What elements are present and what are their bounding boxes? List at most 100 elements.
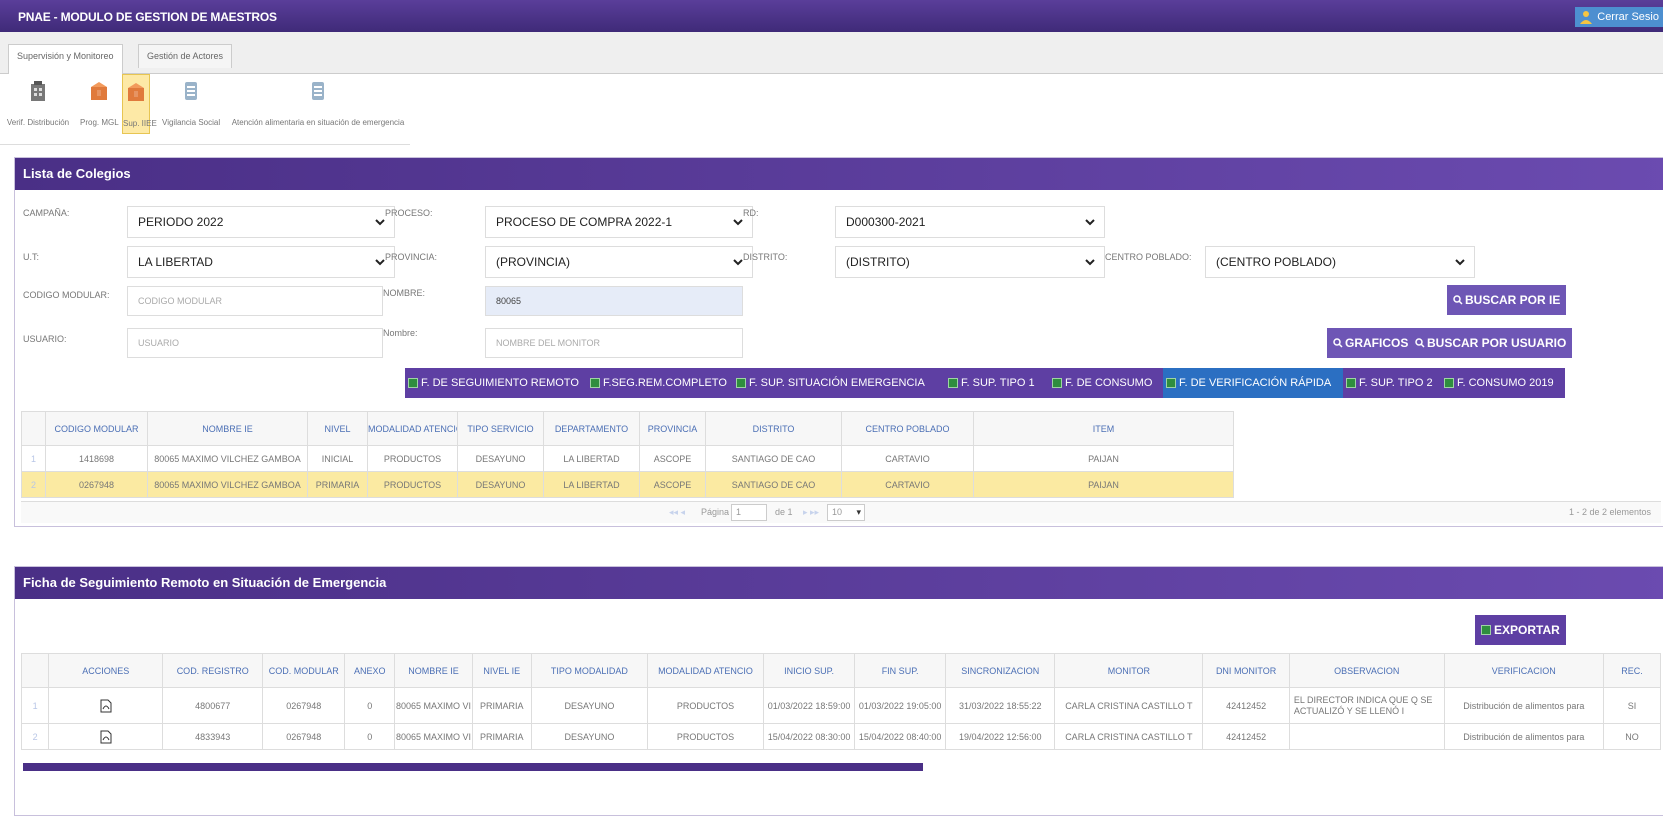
column-header[interactable]: DISTRITO xyxy=(705,411,842,446)
rd-label: RD: xyxy=(743,208,759,218)
usuario-input[interactable]: USUARIO xyxy=(127,328,383,358)
table-cell: PRODUCTOS xyxy=(367,471,458,498)
table-row[interactable]: 2 4833943 0267948 0 80065 MAXIMO VI PRIM… xyxy=(20,723,1662,750)
app-title: PNAE - MODULO DE GESTION DE MAESTROS xyxy=(18,10,277,24)
column-header[interactable]: VERIFICACION xyxy=(1443,653,1604,688)
column-header[interactable]: NOMBRE IE xyxy=(394,653,473,688)
pdf-icon[interactable] xyxy=(100,730,112,744)
distrito-select[interactable]: (DISTRITO) xyxy=(835,246,1105,278)
nombre-label: NOMBRE: xyxy=(383,288,426,298)
column-header[interactable]: DEPARTAMENTO xyxy=(543,411,640,446)
pager-prev-icons[interactable]: ◂◂ ◂ xyxy=(669,507,685,518)
tool-verif-distribucion[interactable]: Verif. Distribución xyxy=(4,74,72,134)
logout-button[interactable]: Cerrar Sesio xyxy=(1575,7,1663,27)
table-cell: 0 xyxy=(344,687,396,724)
tab-gestion-actores[interactable]: Gestión de Actores xyxy=(138,44,233,68)
table-cell: ASCOPE xyxy=(639,471,706,498)
ut-value: LA LIBERTAD xyxy=(138,255,213,269)
form-seg-rem-completo-button[interactable]: F.SEG.REM.COMPLETO xyxy=(587,368,733,398)
graficos-button[interactable]: GRAFICOS xyxy=(1327,328,1415,358)
column-header[interactable]: REC. xyxy=(1602,653,1662,688)
ut-select[interactable]: LA LIBERTAD xyxy=(127,246,395,278)
tool-vigilancia-social[interactable]: Vigilancia Social xyxy=(162,74,220,134)
tab-label: Gestión de Actores xyxy=(147,51,224,61)
pager-summary: 1 - 2 de 2 elementos xyxy=(1568,507,1651,517)
column-header[interactable]: NIVEL xyxy=(307,411,368,446)
search-icon xyxy=(1415,338,1425,348)
pager-next-icons[interactable]: ▸ ▸▸ xyxy=(803,507,819,518)
column-header[interactable]: INICIO SUP. xyxy=(763,653,856,688)
excel-icon xyxy=(1346,378,1356,388)
column-header[interactable]: ACCIONES xyxy=(48,653,164,688)
buscar-ie-button[interactable]: BUSCAR POR IE xyxy=(1447,285,1567,315)
tool-sup-iiee[interactable]: Sup. IIEE xyxy=(122,74,157,134)
column-header[interactable]: MODALIDAD ATENCIO xyxy=(367,411,458,446)
form-seguimiento-remoto-button[interactable]: F. DE SEGUIMIENTO REMOTO xyxy=(405,368,587,398)
tool-atencion-emergencia[interactable]: Atención alimentaria en situación de eme… xyxy=(228,74,408,134)
table-cell: 4833943 xyxy=(162,723,264,750)
provincia-select[interactable]: (PROVINCIA) xyxy=(485,246,753,278)
table-pager: ◂◂ ◂ Página 1 de 1 ▸ ▸▸ 10 ▾ 1 - 2 de 2 e… xyxy=(21,501,1661,523)
pager-size-select[interactable]: 10 ▾ xyxy=(827,504,865,521)
proceso-value: PROCESO DE COMPRA 2022-1 xyxy=(496,215,673,229)
column-header[interactable]: CODIGO MODULAR xyxy=(45,411,148,446)
table-cell: CARTAVIO xyxy=(841,445,974,472)
table-cell: 1418698 xyxy=(45,445,148,472)
column-header[interactable]: NIVEL IE xyxy=(471,653,532,688)
table-cell: NO xyxy=(1602,723,1662,750)
column-header[interactable]: OBSERVACION xyxy=(1288,653,1445,688)
pdf-icon[interactable] xyxy=(100,699,112,713)
form-sup-tipo2-button[interactable]: F. SUP. TIPO 2 xyxy=(1343,368,1441,398)
horizontal-scrollbar[interactable] xyxy=(23,763,923,771)
table-row[interactable]: 1 1418698 80065 MAXIMO VILCHEZ GAMBOA IN… xyxy=(21,445,1234,472)
column-header[interactable]: DNI MONITOR xyxy=(1202,653,1290,688)
nombre-monitor-input[interactable]: NOMBRE DEL MONITOR xyxy=(485,328,743,358)
module-tabs: Supervisión y Monitoreo Gestión de Actor… xyxy=(0,32,1663,75)
tool-prog-mgl[interactable]: Prog. MGL xyxy=(80,74,119,134)
exportar-button[interactable]: EXPORTAR xyxy=(1475,615,1566,645)
table-cell: 15/04/2022 08:40:00 xyxy=(854,723,947,750)
form-button-label: F.SEG.REM.COMPLETO xyxy=(603,377,727,389)
column-header[interactable]: NOMBRE IE xyxy=(147,411,308,446)
form-consumo-2019-button[interactable]: F. CONSUMO 2019 xyxy=(1441,368,1565,398)
form-sup-tipo1-button[interactable]: F. SUP. TIPO 1 xyxy=(945,368,1049,398)
rd-value: D000300-2021 xyxy=(846,215,926,229)
table-cell: SANTIAGO DE CAO xyxy=(705,445,842,472)
nombre-input[interactable]: 80065 xyxy=(485,286,743,316)
column-header[interactable]: ANEXO xyxy=(344,653,396,688)
centro-poblado-select[interactable]: (CENTRO POBLADO) xyxy=(1205,246,1475,278)
table-cell: PRIMARIA xyxy=(471,723,532,750)
pager-page-input[interactable]: 1 xyxy=(731,504,767,521)
column-header[interactable]: FIN SUP. xyxy=(854,653,947,688)
column-header[interactable]: TIPO MODALIDAD xyxy=(530,653,648,688)
table-row[interactable]: 1 4800677 0267948 0 80065 MAXIMO VI PRIM… xyxy=(20,687,1662,724)
form-button-label: F. SUP. TIPO 2 xyxy=(1359,377,1433,389)
table-cell: PAIJAN xyxy=(973,471,1234,498)
form-verificacion-rapida-button[interactable]: F. DE VERIFICACIÓN RÁPIDA xyxy=(1163,368,1343,398)
form-sup-situacion-emergencia-button[interactable]: F. SUP. SITUACIÓN EMERGENCIA xyxy=(733,368,945,398)
proceso-select[interactable]: PROCESO DE COMPRA 2022-1 xyxy=(485,206,753,238)
column-header[interactable]: SINCRONIZACION xyxy=(945,653,1056,688)
table-cell: CARTAVIO xyxy=(841,471,974,498)
chevron-down-icon: ▾ xyxy=(856,507,861,517)
column-header[interactable]: TIPO SERVICIO xyxy=(457,411,544,446)
codigo-modular-input[interactable]: CODIGO MODULAR xyxy=(127,286,383,316)
exportar-label: EXPORTAR xyxy=(1494,623,1560,637)
column-header[interactable]: COD. MODULAR xyxy=(262,653,346,688)
column-header[interactable]: PROVINCIA xyxy=(639,411,706,446)
toolbar-ribbon: Verif. Distribución Prog. MGL Sup. IIEE … xyxy=(0,74,1663,148)
tab-supervision[interactable]: Supervisión y Monitoreo xyxy=(8,44,123,75)
column-header[interactable]: CENTRO POBLADO xyxy=(841,411,974,446)
form-consumo-button[interactable]: F. DE CONSUMO xyxy=(1049,368,1163,398)
rd-select[interactable]: D000300-2021 xyxy=(835,206,1105,238)
ficha-panel-title: Ficha de Seguimiento Remoto en Situación… xyxy=(15,567,1663,599)
table-row-selected[interactable]: 2 0267948 80065 MAXIMO VILCHEZ GAMBOA PR… xyxy=(21,471,1234,498)
buscar-usuario-button[interactable]: BUSCAR POR USUARIO xyxy=(1409,328,1573,358)
column-header[interactable]: ITEM xyxy=(973,411,1234,446)
column-header[interactable]: MONITOR xyxy=(1054,653,1204,688)
table-cell: 42412452 xyxy=(1202,723,1290,750)
centro-poblado-value: (CENTRO POBLADO) xyxy=(1216,255,1337,269)
column-header[interactable]: MODALIDAD ATENCIO xyxy=(646,653,765,688)
column-header[interactable]: COD. REGISTRO xyxy=(162,653,264,688)
campana-select[interactable]: PERIODO 2022 xyxy=(127,206,395,238)
